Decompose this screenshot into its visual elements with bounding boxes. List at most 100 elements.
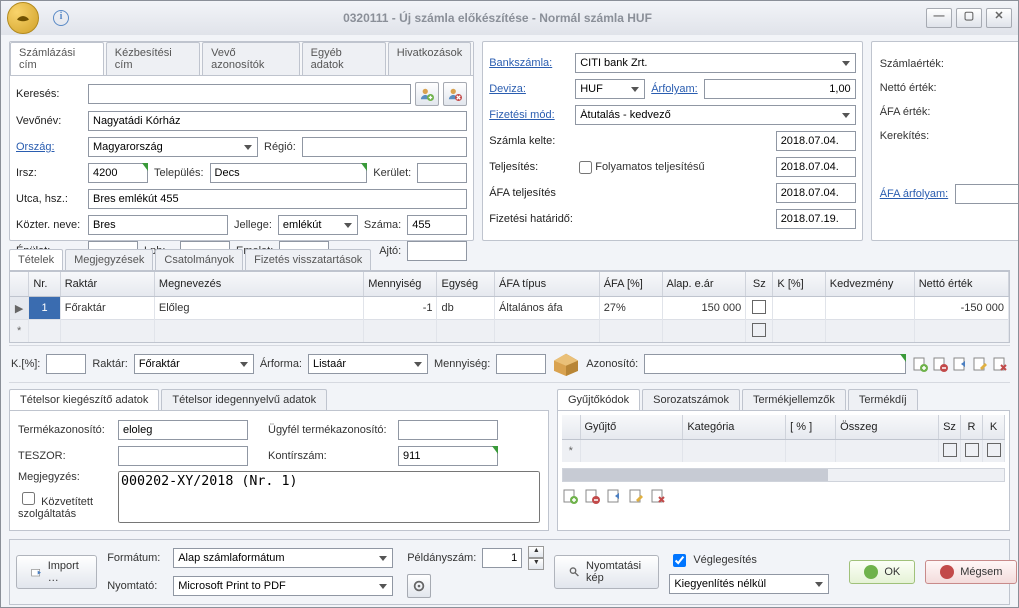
col-collector[interactable]: Gyűjtő — [580, 415, 683, 440]
tab-product-fee[interactable]: Termékdíj — [848, 389, 918, 410]
tab-delivery-address[interactable]: Kézbesítési cím — [106, 42, 200, 75]
add-line-icon[interactable] — [912, 356, 928, 372]
public-area-name-input[interactable] — [88, 215, 228, 235]
ok-button[interactable]: OK — [849, 560, 915, 584]
delete-line-icon[interactable] — [992, 356, 1008, 372]
warehouse-select[interactable]: Főraktár — [134, 354, 254, 374]
settlement-select[interactable]: Kiegyenlítés nélkül — [669, 574, 829, 594]
add-collector-icon[interactable] — [562, 488, 578, 504]
tab-attachments[interactable]: Csatolmányok — [155, 249, 243, 270]
label-vat-rate[interactable]: ÁFA árfolyam: — [880, 188, 955, 200]
col-warehouse[interactable]: Raktár — [60, 272, 154, 297]
col-base-price[interactable]: Alap. e.ár — [662, 272, 746, 297]
sz-checkbox[interactable] — [943, 443, 957, 457]
payment-due-input[interactable] — [776, 209, 856, 229]
printer-select[interactable]: Microsoft Print to PDF — [173, 576, 393, 596]
product-id-input[interactable] — [644, 354, 906, 374]
col-r[interactable]: R — [961, 415, 983, 440]
label-bank-account[interactable]: Bankszámla: — [489, 57, 575, 69]
payment-mode-select[interactable]: Átutalás - kedvező — [575, 105, 855, 125]
vat-fulfillment-date-input[interactable] — [776, 183, 856, 203]
col-pct[interactable]: [ % ] — [786, 415, 836, 440]
note-textarea[interactable]: 000202-XY/2018 (Nr. 1) — [118, 471, 540, 523]
tab-payment-retentions[interactable]: Fizetés visszatartások — [245, 249, 371, 270]
fulfillment-date-input[interactable] — [776, 157, 856, 177]
col-k-pct[interactable]: K [%] — [773, 272, 825, 297]
tab-line-foreign[interactable]: Tételsor idegennyelvű adatok — [161, 389, 327, 410]
col-discount[interactable]: Kedvezmény — [825, 272, 914, 297]
format-select[interactable]: Alap számlaformátum — [173, 548, 393, 568]
tab-collectors[interactable]: Gyűjtőkódok — [557, 389, 640, 410]
col-net-value[interactable]: Nettó érték — [914, 272, 1008, 297]
items-grid[interactable]: Nr. Raktár Megnevezés Mennyiség Egység Á… — [9, 271, 1010, 343]
invoice-date-input[interactable] — [776, 131, 856, 151]
delete-collector-icon[interactable] — [650, 488, 666, 504]
info-icon[interactable]: i — [53, 10, 69, 26]
cancel-button[interactable]: Mégsem — [925, 560, 1017, 584]
add-customer-button[interactable] — [415, 82, 439, 106]
copies-up-button[interactable]: ▲ — [528, 546, 544, 558]
sz-checkbox[interactable] — [752, 300, 766, 314]
zip-input[interactable] — [88, 163, 148, 183]
dropdown-indicator-icon[interactable] — [492, 446, 498, 454]
col-amount[interactable]: Összeg — [836, 415, 939, 440]
edit-collector-icon[interactable] — [628, 488, 644, 504]
col-k[interactable]: K — [983, 415, 1005, 440]
label-currency[interactable]: Deviza: — [489, 83, 575, 95]
country-select[interactable]: Magyarország — [88, 137, 258, 157]
maximize-button[interactable]: ▢ — [956, 8, 982, 28]
col-name[interactable]: Megnevezés — [154, 272, 363, 297]
tab-serials[interactable]: Sorozatszámok — [642, 389, 740, 410]
price-form-select[interactable]: Listaár — [308, 354, 428, 374]
label-payment-mode[interactable]: Fizetési mód: — [489, 109, 575, 121]
mediated-checkbox[interactable] — [22, 492, 35, 505]
teszor-input[interactable] — [118, 446, 248, 466]
public-area-type-select[interactable]: emlékút — [278, 215, 358, 235]
customer-product-id-input[interactable] — [398, 420, 498, 440]
col-sz2[interactable]: Sz — [939, 415, 961, 440]
label-exchange-rate[interactable]: Árfolyam: — [651, 83, 697, 95]
exchange-rate-input[interactable] — [704, 79, 856, 99]
tab-references[interactable]: Hivatkozások — [388, 42, 471, 75]
table-row[interactable]: ▶ 1 Főraktár Előleg -1 db Általános áfa … — [10, 297, 1009, 320]
k-pct-input[interactable] — [46, 354, 86, 374]
copies-down-button[interactable]: ▼ — [528, 558, 544, 570]
minimize-button[interactable]: — — [926, 8, 952, 28]
sz-checkbox[interactable] — [752, 323, 766, 337]
remove-collector-icon[interactable] — [584, 488, 600, 504]
tab-notes[interactable]: Megjegyzések — [65, 249, 153, 270]
print-preview-button[interactable]: Nyomtatási kép — [554, 555, 659, 589]
currency-select[interactable]: HUF — [575, 79, 645, 99]
col-vat-pct[interactable]: ÁFA [%] — [599, 272, 662, 297]
export-line-icon[interactable] — [952, 356, 968, 372]
new-row[interactable]: * — [10, 320, 1009, 343]
qty-input[interactable] — [496, 354, 546, 374]
district-input[interactable] — [417, 163, 467, 183]
close-button[interactable]: ✕ — [986, 8, 1012, 28]
r-checkbox[interactable] — [965, 443, 979, 457]
export-collector-icon[interactable] — [606, 488, 622, 504]
finalize-checkbox[interactable] — [673, 554, 686, 567]
col-sz[interactable]: Sz — [746, 272, 773, 297]
dropdown-indicator-icon[interactable] — [142, 163, 148, 171]
package-icon[interactable] — [552, 352, 580, 376]
remove-line-icon[interactable] — [932, 356, 948, 372]
city-input[interactable] — [210, 163, 368, 183]
col-nr[interactable]: Nr. — [29, 272, 60, 297]
tab-customer-ids[interactable]: Vevő azonosítók — [202, 42, 299, 75]
remove-customer-button[interactable] — [443, 82, 467, 106]
tab-product-features[interactable]: Termékjellemzők — [742, 389, 846, 410]
house-number-input[interactable] — [407, 215, 467, 235]
account-code-input[interactable] — [398, 446, 498, 466]
customer-name-input[interactable] — [88, 111, 467, 131]
col-category[interactable]: Kategória — [683, 415, 786, 440]
door-input[interactable] — [407, 241, 467, 261]
label-country[interactable]: Ország: — [16, 141, 88, 153]
tab-items[interactable]: Tételek — [9, 249, 63, 270]
tab-line-supplement[interactable]: Tételsor kiegészítő adatok — [9, 389, 159, 410]
dropdown-indicator-icon[interactable] — [900, 354, 906, 362]
street-input[interactable] — [88, 189, 467, 209]
printer-settings-button[interactable] — [407, 574, 431, 598]
bank-account-select[interactable]: CITI bank Zrt. — [575, 53, 855, 73]
region-input[interactable] — [302, 137, 467, 157]
